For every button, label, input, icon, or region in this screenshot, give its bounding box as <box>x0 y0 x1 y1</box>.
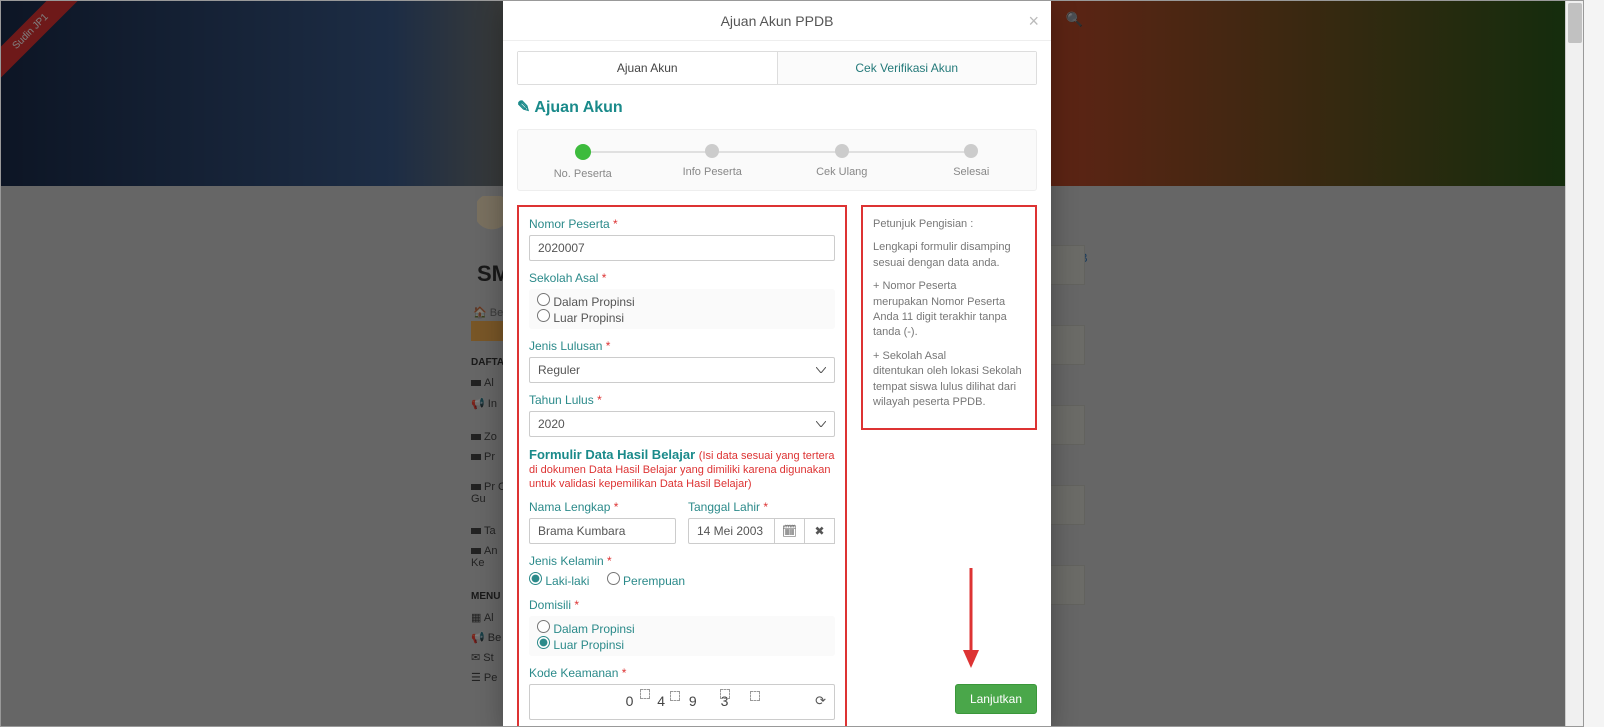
form-panel: Nomor Peserta * Sekolah Asal * Dalam Pro… <box>517 205 847 727</box>
close-icon[interactable]: × <box>1028 1 1039 41</box>
help-text: + Nomor Pesertamerupakan Nomor Peserta A… <box>873 279 1025 341</box>
label-nama-lengkap: Nama Lengkap * <box>529 500 676 514</box>
tab-cek-verifikasi[interactable]: Cek Verifikasi Akun <box>778 52 1037 84</box>
modal-header: Ajuan Akun PPDB × <box>503 1 1051 41</box>
radio-dalam-propinsi[interactable]: Dalam Propinsi <box>537 295 635 309</box>
tab-ajuan-akun[interactable]: Ajuan Akun <box>518 52 778 84</box>
radio-perempuan[interactable]: Perempuan <box>607 574 685 588</box>
radio-domisili-dalam[interactable]: Dalam Propinsi <box>537 622 635 636</box>
scrollbar-thumb[interactable] <box>1568 3 1582 43</box>
vertical-scrollbar[interactable] <box>1565 1 1583 726</box>
help-text: Lengkapi formulir disamping sesuai denga… <box>873 240 1025 271</box>
step-info-peserta: Info Peserta <box>672 144 752 180</box>
viewport: Sudin JP1 SM 🔍 PPDB 🏠 Be DAFTA Al 📢 In Z… <box>0 0 1584 727</box>
label-tanggal-lahir: Tanggal Lahir * <box>688 500 835 514</box>
captcha-image: 0 4 9 3 ⟳ <box>529 684 835 720</box>
input-nama-lengkap[interactable] <box>529 518 676 544</box>
step-no-peserta: No. Peserta <box>543 144 623 180</box>
label-jenis-lulusan: Jenis Lulusan * <box>529 339 835 353</box>
progress-stepper: No. Peserta Info Peserta Cek Ulang Seles… <box>517 129 1037 191</box>
clear-date-icon[interactable]: ✖ <box>805 518 835 544</box>
tab-bar: Ajuan Akun Cek Verifikasi Akun <box>517 51 1037 85</box>
modal-dialog: Ajuan Akun PPDB × Ajuan Akun Cek Verifik… <box>503 1 1051 727</box>
formulir-heading: Formulir Data Hasil Belajar <box>529 447 699 462</box>
label-jenis-kelamin: Jenis Kelamin * <box>529 554 821 568</box>
help-text: + Sekolah Asalditentukan oleh lokasi Sek… <box>873 349 1025 411</box>
input-nomor-peserta[interactable] <box>529 235 835 261</box>
radio-group-sekolah-asal: Dalam Propinsi Luar Propinsi <box>529 289 835 329</box>
label-kode-keamanan: Kode Keamanan * <box>529 666 835 680</box>
select-tahun-lulus[interactable]: 2020 <box>529 411 835 437</box>
input-tanggal-lahir[interactable] <box>688 518 775 544</box>
label-sekolah-asal: Sekolah Asal * <box>529 271 835 285</box>
modal-title: Ajuan Akun PPDB <box>721 13 834 29</box>
arrow-down-icon <box>961 568 981 668</box>
refresh-captcha-icon[interactable]: ⟳ <box>815 693 826 709</box>
step-selesai: Selesai <box>931 144 1011 180</box>
radio-laki-laki[interactable]: Laki-laki <box>529 574 589 588</box>
lanjutkan-button[interactable]: Lanjutkan <box>955 684 1037 714</box>
step-cek-ulang: Cek Ulang <box>802 144 882 180</box>
section-title: Ajuan Akun <box>517 97 1037 117</box>
help-title: Petunjuk Pengisian : <box>873 217 1025 232</box>
radio-luar-propinsi[interactable]: Luar Propinsi <box>537 311 624 325</box>
radio-group-domisili: Dalam Propinsi Luar Propinsi <box>529 616 835 656</box>
label-tahun-lulus: Tahun Lulus * <box>529 393 835 407</box>
help-panel: Petunjuk Pengisian : Lengkapi formulir d… <box>861 205 1037 430</box>
calendar-icon[interactable]: 🗓 <box>775 518 805 544</box>
stepper-line <box>578 151 976 153</box>
radio-domisili-luar[interactable]: Luar Propinsi <box>537 638 624 652</box>
select-jenis-lulusan[interactable]: Reguler <box>529 357 835 383</box>
label-nomor-peserta: Nomor Peserta * <box>529 217 835 231</box>
label-domisili: Domisili * <box>529 598 835 612</box>
